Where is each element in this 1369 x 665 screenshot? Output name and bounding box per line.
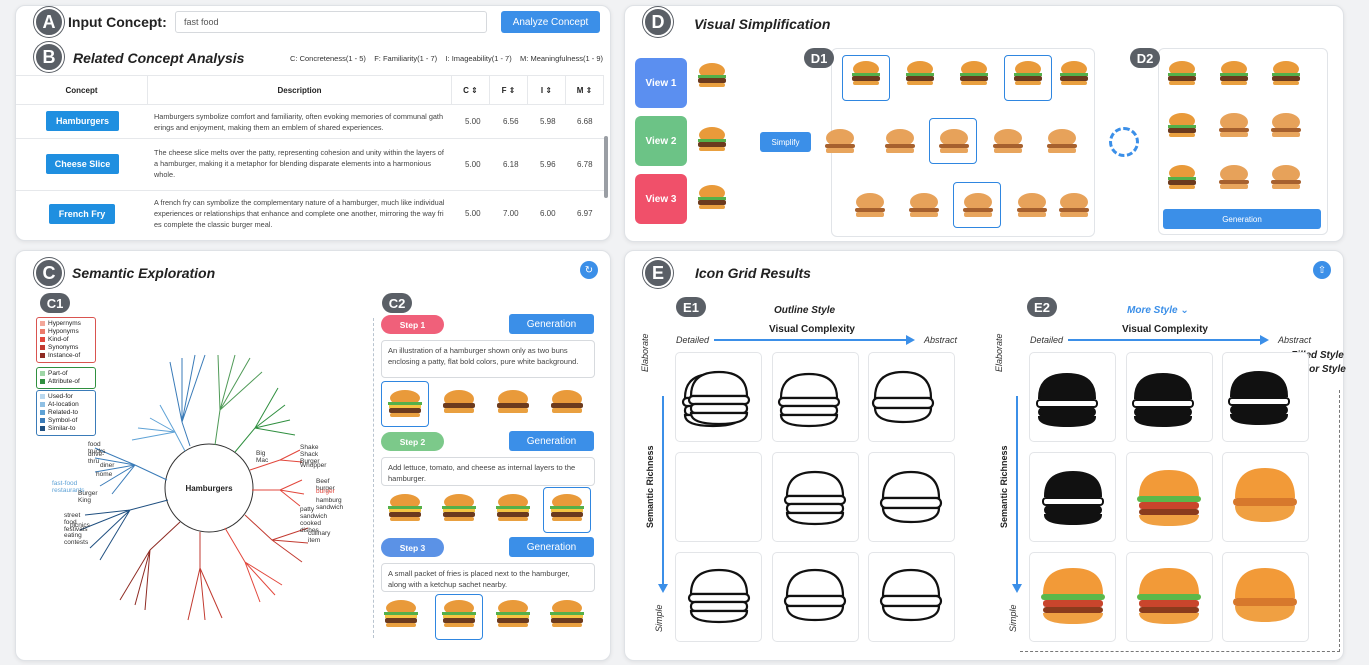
e2-x-arrow-head (1260, 335, 1269, 345)
badge-b: B (34, 42, 64, 72)
e1-x-arrow-head (906, 335, 915, 345)
badge-e1: E1 (676, 297, 706, 317)
e2-style-dropdown[interactable]: More Style ⌄ (1127, 305, 1189, 316)
export-icon[interactable]: ⇧ (1313, 261, 1331, 279)
view-3-button[interactable]: View 3 (635, 174, 687, 224)
badge-c2: C2 (382, 293, 412, 313)
tree-center-label: Hamburgers (185, 484, 233, 493)
view-1-button[interactable]: View 1 (635, 58, 687, 108)
c2-burger-results (384, 390, 584, 627)
e1-y-arrow (662, 396, 664, 586)
analysis-title: Related Concept Analysis (73, 50, 245, 66)
badge-c1: C1 (40, 293, 70, 313)
col-m[interactable]: M ⇕ (566, 76, 604, 104)
badge-c: C (34, 258, 64, 288)
step-1-prompt[interactable]: An illustration of a hamburger shown onl… (381, 340, 595, 378)
icon-grid-burgers (681, 370, 1297, 624)
table-row: French Fry A french fry can symbolize th… (16, 190, 604, 234)
table-scrollbar[interactable] (604, 136, 608, 198)
badge-a: A (34, 7, 64, 37)
grid-title: Icon Grid Results (695, 265, 811, 281)
semantic-title: Semantic Exploration (72, 265, 216, 281)
badge-d1: D1 (804, 48, 834, 68)
step-1-generation-button[interactable]: Generation (509, 314, 594, 334)
badge-e2: E2 (1027, 297, 1057, 317)
col-c[interactable]: C ⇕ (452, 76, 490, 104)
concept-table: Concept Description C ⇕ F ⇕ I ⇕ M ⇕ Hamb… (16, 75, 608, 234)
view-2-button[interactable]: View 2 (635, 116, 687, 166)
simplify-title: Visual Simplification (694, 16, 831, 32)
e2-x-arrow (1068, 339, 1266, 341)
badge-d: D (643, 7, 673, 37)
badge-e: E (643, 258, 673, 288)
metric-legend: C: Concreteness(1 - 5) F: Familiarity(1 … (290, 54, 604, 63)
col-i[interactable]: I ⇕ (528, 76, 566, 104)
badge-d2: D2 (1130, 48, 1160, 68)
step-1-label[interactable]: Step 1 (381, 315, 444, 334)
d-burger-sets (698, 61, 1301, 217)
e1-y-arrow-head (658, 584, 668, 593)
concept-button-hamburgers[interactable]: Hamburgers (46, 111, 119, 131)
col-f[interactable]: F ⇕ (490, 76, 528, 104)
table-row: Cheese Slice The cheese slice melts over… (16, 138, 604, 190)
semantic-radial-tree[interactable]: Hamburgers (40, 300, 370, 640)
concept-button-cheese-slice[interactable]: Cheese Slice (46, 154, 119, 174)
concept-button-french-fry[interactable]: French Fry (49, 204, 115, 224)
concept-input-value: fast food (184, 17, 219, 27)
refresh-icon[interactable]: ↻ (580, 261, 598, 279)
input-concept-label: Input Concept: (68, 14, 167, 30)
analyze-concept-button[interactable]: Analyze Concept (501, 11, 600, 33)
col-description[interactable]: Description (148, 76, 452, 104)
e1-x-arrow (714, 339, 912, 341)
e1-style-title: Outline Style (774, 305, 836, 316)
c2-divider (373, 318, 374, 638)
concept-input[interactable]: fast food (175, 11, 487, 33)
col-concept[interactable]: Concept (16, 76, 148, 104)
